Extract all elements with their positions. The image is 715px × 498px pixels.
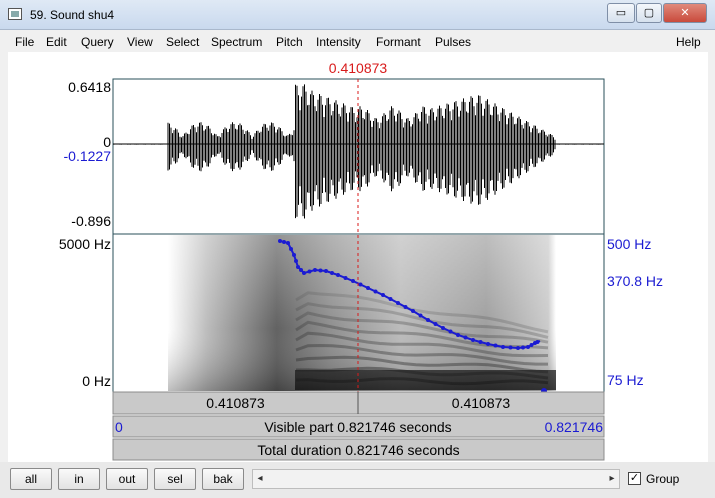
close-button[interactable]: ✕ <box>663 3 707 23</box>
group-checkbox[interactable]: ✓ <box>628 472 641 485</box>
pitch-point <box>448 329 453 334</box>
menu-bar: File Edit Query View Select Spectrum Pit… <box>8 30 708 52</box>
menu-query[interactable]: Query <box>81 35 114 49</box>
maximize-button[interactable]: ▢ <box>636 3 662 23</box>
menu-help[interactable]: Help <box>676 35 701 49</box>
pitch-point <box>286 241 290 245</box>
pitch-point <box>366 286 370 290</box>
pitch-point <box>493 343 498 348</box>
scroll-right-arrow-icon[interactable]: ▸ <box>605 470 619 488</box>
menu-pitch[interactable]: Pitch <box>276 35 303 49</box>
pitch-point <box>529 343 534 347</box>
visible-start-time: 0 <box>115 419 123 435</box>
pitch-point <box>456 333 460 337</box>
total-duration-label[interactable]: Total duration 0.821746 seconds <box>113 442 604 458</box>
pitch-point <box>358 282 363 287</box>
menu-formant[interactable]: Formant <box>376 35 421 49</box>
zoom-back-button[interactable]: bak <box>202 468 244 490</box>
pitch-point <box>403 305 408 309</box>
pitch-point <box>278 239 282 243</box>
pitch-point <box>526 345 530 349</box>
sound-editor-panel[interactable]: 0.6418 0 -0.1227 -0.896 5000 Hz 0 Hz 500… <box>8 52 708 462</box>
window-title: 59. Sound shu4 <box>30 8 115 22</box>
visible-end-time: 0.821746 <box>544 419 603 435</box>
pitch-point <box>313 268 317 272</box>
zoom-in-button[interactable]: in <box>58 468 100 490</box>
pitch-point <box>516 346 520 350</box>
menu-view[interactable]: View <box>127 35 153 49</box>
menu-pulses[interactable]: Pulses <box>435 35 471 49</box>
menu-edit[interactable]: Edit <box>46 35 67 49</box>
pitch-point <box>535 340 540 344</box>
time-scrollbar[interactable]: ◂ ▸ <box>252 469 620 489</box>
pitch-point <box>508 345 513 350</box>
pitch-point <box>351 279 355 283</box>
group-label: Group <box>646 472 680 486</box>
pitch-point <box>471 338 475 342</box>
menu-spectrum[interactable]: Spectrum <box>211 35 262 49</box>
pitch-point <box>299 268 303 272</box>
scroll-left-arrow-icon[interactable]: ◂ <box>253 470 267 488</box>
pitch-point <box>396 301 400 305</box>
pitch-point <box>426 318 430 322</box>
pitch-point <box>478 340 483 344</box>
minimize-button[interactable]: ▭ <box>607 3 635 23</box>
pitch-point <box>486 342 490 346</box>
pitch-point <box>336 273 340 277</box>
zoom-out-button[interactable]: out <box>106 468 148 490</box>
pitch-point <box>373 289 378 294</box>
pitch-point <box>294 259 298 263</box>
pitch-point <box>418 313 423 318</box>
bottom-toolbar: all in out sel bak ◂ ▸ ✓ Group <box>0 462 715 498</box>
pitch-point <box>343 276 348 280</box>
menu-file[interactable]: File <box>15 35 34 49</box>
pitch-point <box>433 322 438 326</box>
zoom-all-button[interactable]: all <box>10 468 52 490</box>
visible-part-label[interactable]: Visible part 0.821746 seconds <box>168 419 548 435</box>
window-titlebar: 59. Sound shu4 ▭ ▢ ✕ <box>0 0 715 30</box>
pitch-point <box>388 297 393 301</box>
pitch-point <box>292 253 296 257</box>
pitch-point <box>521 345 525 350</box>
pitch-point <box>441 326 445 330</box>
pitch-point <box>289 247 293 251</box>
pitch-point <box>324 269 328 273</box>
menu-select[interactable]: Select <box>166 35 199 49</box>
pitch-point <box>463 335 468 340</box>
pitch-point <box>330 271 334 275</box>
left-segment-time[interactable]: 0.410873 <box>113 395 358 411</box>
pitch-point <box>501 345 505 349</box>
pitch-point <box>296 265 300 269</box>
pitch-point <box>381 293 385 297</box>
right-segment-time[interactable]: 0.410873 <box>358 395 604 411</box>
pitch-point <box>302 271 306 275</box>
zoom-selection-button[interactable]: sel <box>154 468 196 490</box>
pitch-point <box>411 309 415 313</box>
pitch-point <box>307 269 312 274</box>
pitch-point <box>318 268 323 273</box>
app-icon <box>8 8 22 20</box>
pitch-point <box>282 240 286 244</box>
menu-intensity[interactable]: Intensity <box>316 35 361 49</box>
